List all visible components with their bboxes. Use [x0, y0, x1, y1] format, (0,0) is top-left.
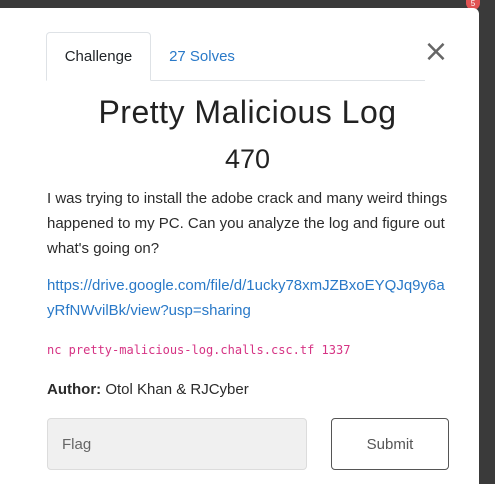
- author-label: Author:: [47, 381, 102, 398]
- challenge-title: Pretty Malicious Log: [98, 94, 397, 130]
- challenge-points: 470: [224, 144, 271, 174]
- author-value: Otol Khan & RJCyber: [105, 381, 249, 398]
- attachment-link[interactable]: https://drive.google.com/file/d/1ucky78x…: [47, 273, 452, 323]
- tab-challenge[interactable]: Challenge: [46, 32, 151, 81]
- author-line: Author: Otol Khan & RJCyber: [47, 381, 249, 398]
- tab-bar: Challenge 27 Solves: [46, 32, 425, 81]
- challenge-modal: × Challenge 27 Solves Pretty Malicious L…: [0, 8, 479, 484]
- tab-solves[interactable]: 27 Solves: [152, 32, 252, 80]
- challenge-description: I was trying to install the adobe crack …: [47, 190, 448, 257]
- connection-command: nc pretty-malicious-log.challs.csc.tf 13…: [47, 343, 351, 357]
- flag-input[interactable]: [47, 418, 307, 470]
- submit-button[interactable]: Submit: [331, 418, 449, 470]
